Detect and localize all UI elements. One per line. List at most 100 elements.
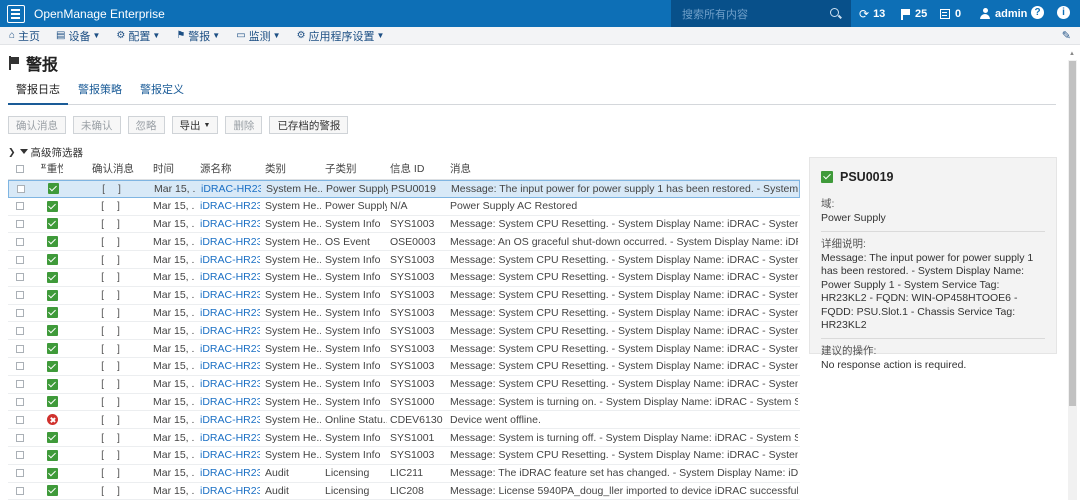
row-checkbox[interactable] <box>14 198 26 215</box>
row-source-link[interactable]: iDRAC-HR23... <box>201 181 261 197</box>
row-source-link[interactable]: iDRAC-HR23... <box>200 376 260 393</box>
row-acknowledge[interactable]: [ ] <box>83 411 143 428</box>
row-source-link[interactable]: iDRAC-HR23... <box>200 447 260 464</box>
row-source-link[interactable]: iDRAC-HR23... <box>200 269 260 286</box>
row-acknowledge[interactable]: [ ] <box>83 305 143 322</box>
col-source-name[interactable]: 源名称 <box>200 158 260 179</box>
unacknowledge-button[interactable]: 未确认 <box>73 116 121 134</box>
col-severity[interactable]: 严重性 <box>41 158 63 179</box>
table-row[interactable]: [ ] Mar 15, ... iDRAC-HR23... System He... S… <box>8 305 800 323</box>
page-scrollbar[interactable] <box>1068 60 1077 500</box>
row-checkbox[interactable] <box>14 233 26 250</box>
row-source-link[interactable]: iDRAC-HR23... <box>200 411 260 428</box>
acknowledge-button[interactable]: 确认消息 <box>8 116 66 134</box>
row-source-link[interactable]: iDRAC-HR23... <box>200 358 260 375</box>
row-acknowledge[interactable]: [ ] <box>83 287 143 304</box>
col-acknowledge[interactable]: 确认消息 <box>83 158 143 179</box>
row-acknowledge[interactable]: [ ] <box>83 340 143 357</box>
row-source-link[interactable]: iDRAC-HR23... <box>200 465 260 482</box>
table-row[interactable]: [ ] Mar 15, ... iDRAC-HR23... System He... S… <box>8 251 800 269</box>
row-checkbox[interactable] <box>14 305 26 322</box>
col-category[interactable]: 类别 <box>265 158 321 179</box>
row-acknowledge[interactable]: [ ] <box>83 269 143 286</box>
jobs-button[interactable]: 0 <box>940 0 961 27</box>
row-checkbox[interactable] <box>14 269 26 286</box>
row-source-link[interactable]: iDRAC-HR23... <box>200 322 260 339</box>
row-source-link[interactable]: iDRAC-HR23... <box>200 216 260 233</box>
user-menu-button[interactable]: admin <box>980 0 1027 27</box>
row-acknowledge[interactable]: [ ] <box>83 376 143 393</box>
row-acknowledge[interactable]: [ ] <box>83 216 143 233</box>
row-checkbox[interactable] <box>14 394 26 411</box>
row-acknowledge[interactable]: [ ] <box>84 181 144 197</box>
table-row[interactable]: [ ] Mar 15, ... iDRAC-HR23... System He... S… <box>8 447 800 465</box>
col-message-id[interactable]: 信息 ID <box>390 158 444 179</box>
menu-application-settings[interactable]: ⚙ 应用程序设置 ▼ <box>297 28 385 44</box>
row-source-link[interactable]: iDRAC-HR23... <box>200 305 260 322</box>
menu-home[interactable]: ⌂ 主页 <box>9 28 40 44</box>
row-checkbox[interactable] <box>14 358 26 375</box>
row-source-link[interactable]: iDRAC-HR23... <box>200 287 260 304</box>
table-row[interactable]: [ ] Mar 15, ... iDRAC-HR23... System He... S… <box>8 376 800 394</box>
row-checkbox[interactable] <box>14 411 26 428</box>
global-search-input[interactable]: 搜索所有内容 <box>671 0 851 27</box>
row-source-link[interactable]: iDRAC-HR23... <box>200 429 260 446</box>
tab-alert-log[interactable]: 警报日志 <box>8 83 68 105</box>
row-checkbox[interactable] <box>14 340 26 357</box>
row-checkbox[interactable] <box>14 287 26 304</box>
table-row[interactable]: [ ] Mar 15, ... iDRAC-HR23... System He... S… <box>8 340 800 358</box>
select-all-checkbox[interactable] <box>14 158 26 179</box>
table-row[interactable]: [ ] Mar 15, ... iDRAC-HR23... System He... O… <box>8 411 800 430</box>
row-source-link[interactable]: iDRAC-HR23... <box>200 198 260 215</box>
table-row[interactable]: [ ] Mar 15, ... iDRAC-HR23... System He... O… <box>8 233 800 252</box>
info-icon[interactable]: i <box>1057 6 1070 19</box>
ignore-button[interactable]: 忽略 <box>127 116 165 134</box>
table-row[interactable]: [ ] Mar 15, ... iDRAC-HR23... System He... S… <box>8 429 800 447</box>
row-acknowledge[interactable]: [ ] <box>83 322 143 339</box>
table-row[interactable]: [ ] Mar 15, ... iDRAC-HR23... System He... S… <box>8 269 800 287</box>
table-row[interactable]: [ ] Mar 15, ... iDRAC-HR23... System He... S… <box>8 216 800 234</box>
row-checkbox[interactable] <box>14 216 26 233</box>
menu-monitor[interactable]: ▭ 监测 ▼ <box>236 28 280 44</box>
col-time[interactable]: 时间 <box>153 158 195 179</box>
row-source-link[interactable]: iDRAC-HR23... <box>200 483 260 500</box>
row-checkbox[interactable] <box>15 181 27 197</box>
row-acknowledge[interactable]: [ ] <box>83 394 143 411</box>
row-checkbox[interactable] <box>14 376 26 393</box>
col-message[interactable]: 消息 <box>450 158 798 179</box>
export-button[interactable]: 导出 ▼ <box>171 116 219 134</box>
row-acknowledge[interactable]: [ ] <box>83 251 143 268</box>
row-checkbox[interactable] <box>14 429 26 446</box>
tab-alert-policies[interactable]: 警报策略 <box>70 83 130 105</box>
pin-icon[interactable]: ✎ <box>1062 29 1071 42</box>
row-acknowledge[interactable]: [ ] <box>83 233 143 250</box>
row-checkbox[interactable] <box>14 465 26 482</box>
delete-button[interactable]: 删除 <box>225 116 263 134</box>
col-subcategory[interactable]: 子类别 <box>325 158 387 179</box>
archived-alerts-button[interactable]: 已存档的警报 <box>269 116 349 134</box>
refresh-jobs-button[interactable]: ⟳ 13 <box>859 0 885 27</box>
table-row[interactable]: [ ] Mar 15, ... iDRAC-HR23... System He... S… <box>8 287 800 305</box>
menu-configuration[interactable]: ⚙ 配置 ▼ <box>116 28 160 44</box>
row-checkbox[interactable] <box>14 447 26 464</box>
row-acknowledge[interactable]: [ ] <box>83 198 143 215</box>
help-icon[interactable]: ? <box>1031 6 1044 19</box>
row-acknowledge[interactable]: [ ] <box>83 483 143 500</box>
search-icon[interactable] <box>830 8 839 17</box>
row-acknowledge[interactable]: [ ] <box>83 429 143 446</box>
table-row[interactable]: [ ] Mar 15, ... iDRAC-HR23... System He... P… <box>8 198 800 216</box>
table-row[interactable]: [ ] Mar 15, ... iDRAC-HR23... Audit Licensin… <box>8 465 800 483</box>
table-row[interactable]: [ ] Mar 15, ... iDRAC-HR23... System He... S… <box>8 394 800 412</box>
row-acknowledge[interactable]: [ ] <box>83 465 143 482</box>
alerts-button[interactable]: 25 <box>901 0 927 27</box>
table-row[interactable]: [ ] Mar 15, ... iDRAC-HR23... System He... P… <box>8 180 800 198</box>
row-checkbox[interactable] <box>14 322 26 339</box>
row-source-link[interactable]: iDRAC-HR23... <box>200 251 260 268</box>
table-row[interactable]: [ ] Mar 15, ... iDRAC-HR23... Audit Licensin… <box>8 483 800 500</box>
menu-alerts[interactable]: ⚑ 警报 ▼ <box>176 28 220 44</box>
scrollbar-thumb[interactable] <box>1069 61 1076 406</box>
row-source-link[interactable]: iDRAC-HR23... <box>200 394 260 411</box>
row-acknowledge[interactable]: [ ] <box>83 358 143 375</box>
row-source-link[interactable]: iDRAC-HR23... <box>200 233 260 250</box>
table-row[interactable]: [ ] Mar 15, ... iDRAC-HR23... System He... S… <box>8 322 800 341</box>
